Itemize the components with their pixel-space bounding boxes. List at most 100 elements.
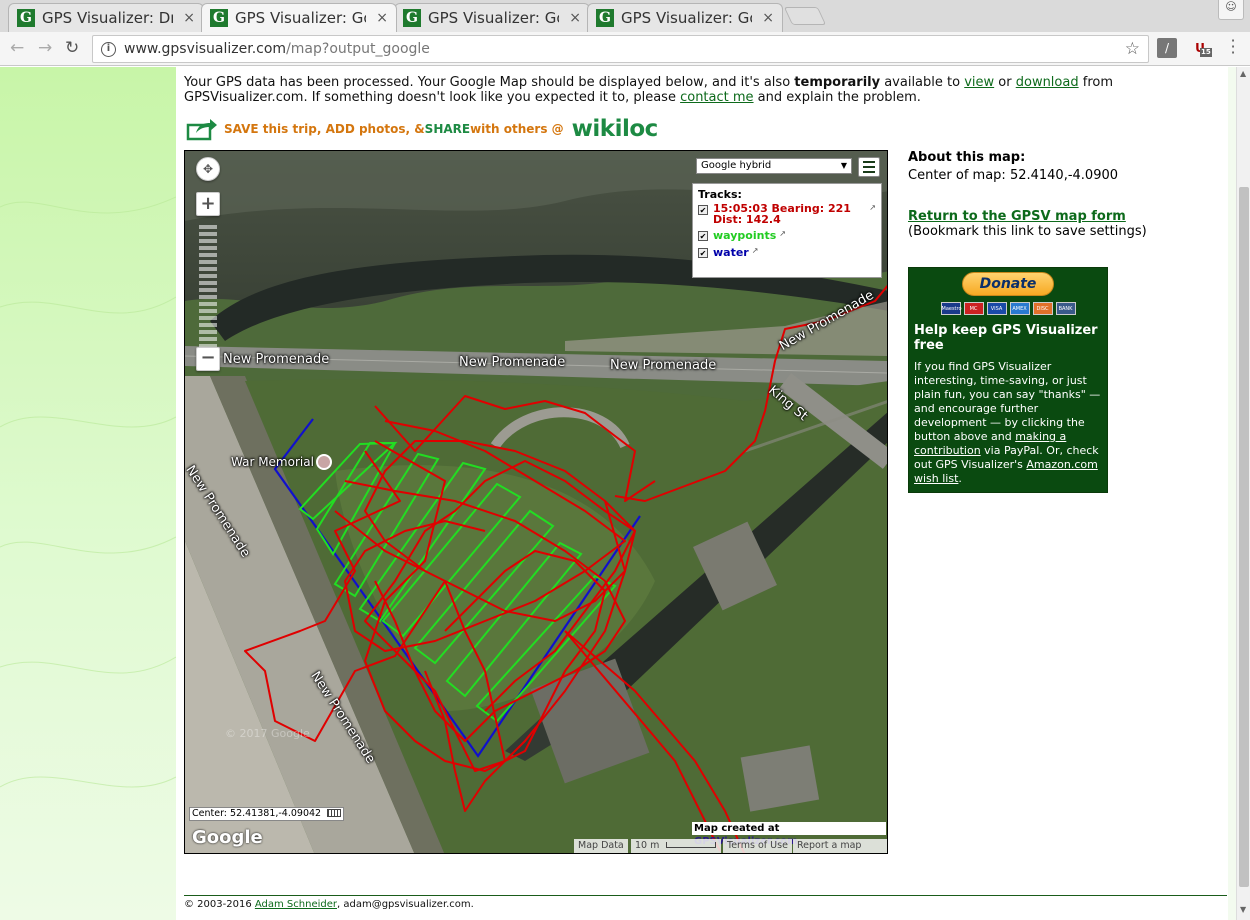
wikiloc-text-2: SHARE: [424, 122, 471, 136]
visa-card-icon: VISA: [986, 302, 1007, 315]
wikiloc-logo: wikiloc: [571, 116, 659, 142]
tab-title: GPS Visualizer: Dra: [42, 9, 174, 27]
track-label[interactable]: 15:05:03 Bearing: 221 Dist: 142.4: [713, 203, 866, 225]
intro-bold: temporarily: [794, 75, 881, 90]
street-label: New Promenade: [610, 358, 717, 373]
bookmark-star-icon[interactable]: ☆: [1125, 39, 1140, 59]
external-link-icon[interactable]: ↗: [752, 246, 759, 255]
ruler-icon[interactable]: [327, 809, 342, 817]
tab-1[interactable]: G GPS Visualizer: Dra ×: [8, 3, 204, 32]
tracks-legend: Tracks: ✔ 15:05:03 Bearing: 221 Dist: 14…: [692, 183, 882, 278]
back-icon[interactable]: ←: [10, 38, 24, 58]
waypoints-checkbox[interactable]: ✔: [698, 231, 708, 241]
extension-slash-icon[interactable]: /: [1157, 38, 1177, 58]
page: ▲ ▼ Your GPS data has been processed. Yo…: [0, 67, 1250, 920]
scale-bar-graphic: [666, 842, 717, 848]
legend-row-waypoints: ✔ waypoints ↗: [698, 229, 876, 242]
map-type-select[interactable]: Google hybrid ▼: [696, 158, 852, 174]
tab-2[interactable]: G GPS Visualizer: Go ×: [201, 3, 397, 32]
street-label: New Promenade: [459, 355, 566, 370]
tab-3[interactable]: G GPS Visualizer: Go ×: [394, 3, 590, 32]
close-tab-icon[interactable]: ×: [183, 10, 195, 26]
zoom-out-button[interactable]: −: [196, 347, 220, 371]
profile-icon[interactable]: ☺: [1218, 0, 1244, 20]
author-link[interactable]: Adam Schneider: [255, 899, 337, 910]
intro-text: and explain the problem.: [753, 90, 921, 105]
war-memorial-pin-icon[interactable]: [316, 454, 332, 470]
scale-label: 10 m: [635, 840, 660, 851]
about-this-map: About this map: Center of map: 52.4140,-…: [908, 149, 1118, 185]
maestro-card-icon: Maestro: [940, 302, 962, 315]
reload-icon[interactable]: ↻: [65, 38, 79, 58]
poi-label: War Memorial: [231, 455, 314, 469]
ublock-icon[interactable]: U15: [1190, 38, 1212, 58]
forward-icon[interactable]: →: [38, 38, 52, 58]
left-green-sidebar: [0, 67, 177, 920]
bookmark-note: (Bookmark this link to save settings): [908, 224, 1147, 239]
report-error-link[interactable]: Report a map error: [793, 839, 887, 853]
url-path: /map?output_google: [286, 41, 430, 57]
waypoints-label[interactable]: waypoints: [713, 229, 776, 242]
footer-divider: [184, 895, 1227, 896]
email-text: , adam@gpsvisualizer.com.: [337, 899, 474, 910]
track-checkbox[interactable]: ✔: [698, 205, 708, 215]
street-label: New Promenade: [223, 352, 330, 367]
dropdown-caret-icon: ▼: [840, 161, 847, 170]
right-topo-strip: [1228, 67, 1236, 920]
map-watermark: © 2017 Google: [225, 727, 310, 740]
google-map[interactable]: ✥ + − Google hybrid ▼ Tracks: ✔ 15:05:03…: [184, 150, 888, 854]
gps-visualizer-favicon-icon: G: [403, 9, 421, 27]
map-menu-icon[interactable]: [858, 157, 880, 177]
discover-card-icon: DISC: [1032, 302, 1053, 315]
gps-visualizer-favicon-icon: G: [596, 9, 614, 27]
new-tab-button[interactable]: [783, 7, 827, 25]
close-tab-icon[interactable]: ×: [762, 10, 774, 26]
copyright-text: © 2003-2016: [184, 899, 255, 910]
browser-toolbar: ← → ↻ i www.gpsvisualizer.com/map?output…: [0, 32, 1250, 66]
donate-text: If you find GPS Visualizer interesting, …: [914, 360, 1102, 486]
wikiloc-banner[interactable]: SAVE this trip, ADD photos, & SHARE with…: [186, 116, 658, 142]
page-scrollbar[interactable]: ▲ ▼: [1236, 67, 1250, 920]
legend-heading: Tracks:: [698, 188, 742, 201]
close-tab-icon[interactable]: ×: [569, 10, 581, 26]
tab-title: GPS Visualizer: Go: [621, 9, 753, 27]
close-tab-icon[interactable]: ×: [376, 10, 388, 26]
tab-4[interactable]: G GPS Visualizer: Go ×: [587, 3, 783, 32]
url-host: www.gpsvisualizer.com: [124, 41, 287, 57]
water-checkbox[interactable]: ✔: [698, 248, 708, 258]
scrollbar-thumb[interactable]: [1239, 187, 1249, 887]
browser-menu-icon[interactable]: · · ·: [1228, 33, 1238, 61]
zoom-slider[interactable]: [199, 225, 217, 353]
scale-bar: 10 m: [631, 839, 721, 853]
map-credit: Map created at GPSVisualizer.com: [692, 822, 886, 847]
map-data-link[interactable]: Map Data: [574, 839, 628, 853]
gps-visualizer-favicon-icon: G: [17, 9, 35, 27]
view-link[interactable]: view: [964, 75, 994, 90]
scroll-up-icon[interactable]: ▲: [1240, 69, 1246, 78]
legend-row-water: ✔ water ↗: [698, 246, 876, 259]
mastercard-icon: MC: [963, 302, 984, 315]
download-link[interactable]: download: [1016, 75, 1079, 90]
external-link-icon[interactable]: ↗: [869, 203, 876, 212]
external-link-icon[interactable]: ↗: [779, 229, 786, 238]
terms-link[interactable]: Terms of Use: [723, 839, 792, 853]
address-bar[interactable]: i www.gpsvisualizer.com/map?output_googl…: [92, 35, 1149, 63]
info-icon[interactable]: i: [101, 41, 116, 57]
zoom-in-button[interactable]: +: [196, 192, 220, 216]
payment-cards: Maestro MC VISA AMEX DISC BANK: [914, 302, 1102, 315]
wikiloc-text-3: with others @: [470, 122, 564, 136]
donate-button[interactable]: Donate: [962, 272, 1054, 296]
fullscreen-icon[interactable]: ✥: [196, 157, 220, 181]
return-to-form-link[interactable]: Return to the GPSV map form: [908, 209, 1126, 224]
intro-text: or: [994, 75, 1016, 90]
google-logo[interactable]: Google: [192, 827, 263, 848]
amex-card-icon: AMEX: [1009, 302, 1030, 315]
return-section: Return to the GPSV map form (Bookmark th…: [908, 209, 1147, 239]
scroll-down-icon[interactable]: ▼: [1240, 905, 1246, 914]
share-arrow-icon: [186, 119, 217, 141]
water-label[interactable]: water: [713, 246, 749, 259]
gps-visualizer-favicon-icon: G: [210, 9, 228, 27]
about-heading: About this map:: [908, 150, 1026, 165]
contact-link[interactable]: contact me: [680, 90, 753, 105]
bank-icon: BANK: [1055, 302, 1076, 315]
